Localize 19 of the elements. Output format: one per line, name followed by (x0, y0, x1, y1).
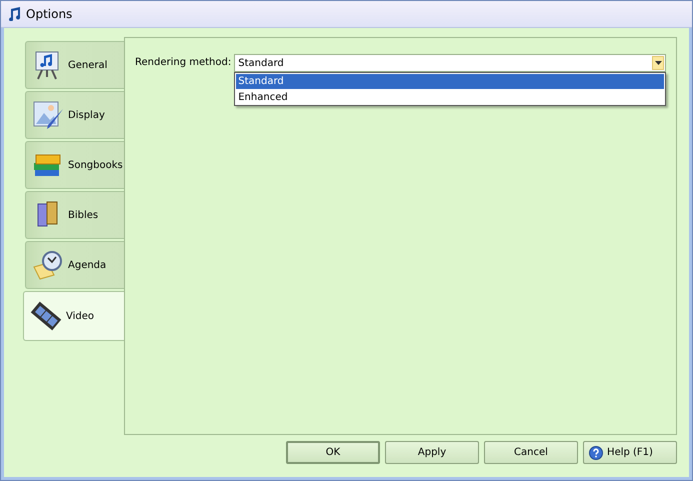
dropdown-option[interactable]: Standard (236, 74, 664, 89)
window-title: Options (26, 7, 72, 21)
sidebar-tab[interactable]: Songbooks (25, 141, 124, 189)
dialog-button[interactable]: OK (286, 441, 380, 464)
field-label: Rendering method: (135, 56, 232, 70)
sidebar-tab[interactable]: Video (23, 291, 124, 341)
clock-note-icon (32, 249, 64, 281)
sidebar-tab[interactable]: Bibles (25, 191, 124, 239)
help-icon (589, 446, 603, 460)
dialog-button[interactable]: Cancel (484, 441, 578, 464)
sidebar-tab[interactable]: Agenda (25, 241, 124, 289)
dropdown-option[interactable]: Enhanced (236, 90, 664, 105)
dialog-button[interactable]: Help (F1) (583, 441, 677, 464)
rendering-method-dropdown[interactable]: Standard (234, 54, 666, 72)
dialog-button[interactable]: Apply (385, 441, 479, 464)
sidebar-tab[interactable]: Display (25, 91, 124, 139)
picture-brush-icon (32, 99, 64, 131)
sidebar-tab[interactable]: General (25, 41, 124, 89)
music-note-icon (7, 7, 21, 21)
